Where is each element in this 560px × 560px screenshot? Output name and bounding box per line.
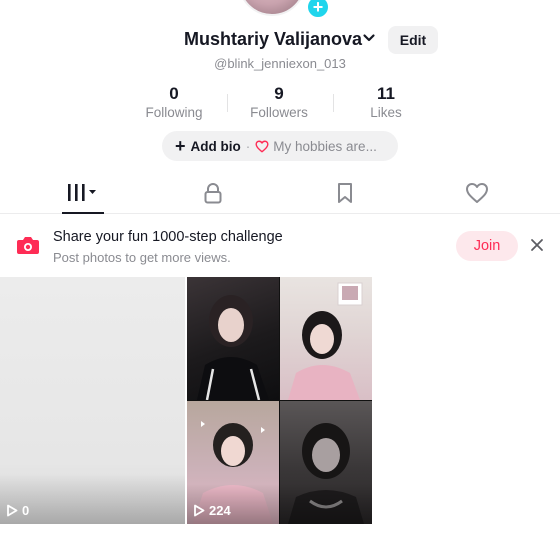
play-outline-icon [194,504,205,517]
add-bio-button[interactable]: + Add bio [175,137,241,155]
profile-handle: @blink_jenniexon_013 [0,56,560,71]
stat-likes[interactable]: 11 Likes [336,84,436,120]
profile-handle-text: @blink_jenniexon_013 [214,56,346,71]
add-bio-label: Add bio [190,138,241,154]
video-views: 0 [6,503,29,518]
tab-saved[interactable] [323,178,367,208]
stat-following[interactable]: 0 Following [124,84,224,120]
bio-pill[interactable]: + Add bio · My hobbies are... [162,131,398,161]
stat-following-label: Following [145,105,203,120]
plus-icon: + [175,136,186,156]
heart-outline-icon [255,140,269,152]
heart-icon [466,183,488,203]
close-icon[interactable] [528,236,546,254]
profile-name-row: Mushtariy Valijanova Edit [0,26,560,54]
video-views-count: 0 [22,503,30,518]
tab-liked[interactable] [455,178,499,208]
collage-photo [187,277,279,400]
profile-username[interactable]: Mushtariy Valijanova [184,29,362,50]
tab-private[interactable] [191,178,235,208]
edit-profile-button[interactable]: Edit [388,26,438,54]
portrait-silhouette [288,282,363,400]
video-grid: 0 224 [0,277,560,524]
bio-separator: · [245,138,251,154]
video-views: 224 [193,503,231,518]
stat-divider [227,94,228,112]
portrait-silhouette [197,295,269,400]
stat-following-value: 0 [169,84,179,103]
stat-likes-label: Likes [370,105,402,120]
profile-avatar[interactable] [238,0,306,16]
chevron-down-icon[interactable] [362,31,376,45]
add-avatar-icon[interactable]: + [305,0,331,20]
lock-icon [204,183,222,204]
join-button[interactable]: Join [456,231,518,261]
stat-likes-value: 11 [377,84,395,103]
video-views-count: 224 [209,503,231,518]
stat-divider [333,94,334,112]
challenge-title: Share your fun 1000-step challenge [53,229,283,245]
play-outline-icon [7,504,18,517]
video-tile[interactable]: 224 [187,277,372,524]
profile-tabs [0,172,560,214]
video-tile[interactable]: 0 [0,277,185,524]
camera-icon [17,237,39,254]
stat-followers[interactable]: 9 Followers [229,84,329,120]
hobbies-button[interactable]: My hobbies are... [255,139,377,154]
stat-followers-value: 9 [274,84,284,103]
tab-videos[interactable] [60,178,104,208]
challenge-subtitle: Post photos to get more views. [53,250,231,265]
videos-grid-icon [68,184,96,201]
profile-stats: 0 Following 9 Followers 11 Likes [0,84,560,124]
challenge-banner[interactable]: Share your fun 1000-step challenge Post … [0,214,560,276]
stat-followers-label: Followers [250,105,308,120]
collage-photo [280,277,372,400]
hobbies-label: My hobbies are... [273,138,377,154]
bookmark-icon [338,183,352,203]
